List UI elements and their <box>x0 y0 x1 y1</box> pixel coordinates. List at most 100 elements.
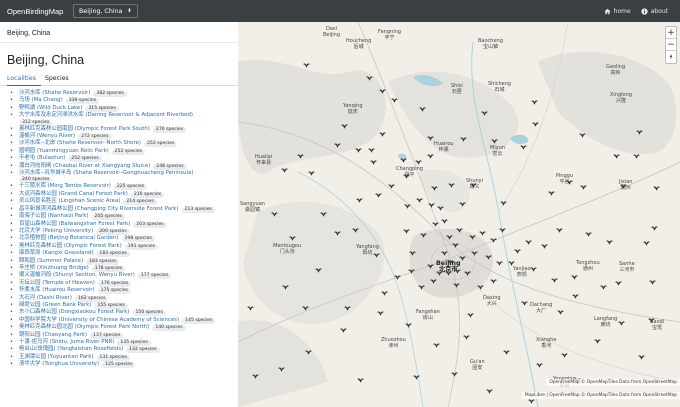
bird-marker-icon[interactable] <box>580 184 587 190</box>
bird-marker-icon[interactable] <box>464 270 471 276</box>
bird-marker-icon[interactable] <box>448 182 455 188</box>
bird-marker-icon[interactable] <box>536 362 543 368</box>
locality-link[interactable]: 东小口森林公园 (Dongxiaokou Forest Park) <box>19 309 130 316</box>
bird-marker-icon[interactable] <box>467 312 474 318</box>
bird-marker-icon[interactable] <box>305 349 312 355</box>
tab-localities[interactable]: Localities <box>7 75 41 86</box>
bird-marker-icon[interactable] <box>252 373 259 379</box>
home-link[interactable]: home <box>604 8 631 15</box>
locality-link[interactable]: 颐和园 (Summer Palace) <box>19 258 83 265</box>
bird-marker-icon[interactable] <box>459 201 466 207</box>
bird-marker-icon[interactable] <box>431 185 438 191</box>
bird-marker-icon[interactable] <box>278 366 285 372</box>
bird-marker-icon[interactable] <box>315 267 322 273</box>
locality-link[interactable]: 南海子公园 (Nanhaizi Park) <box>19 213 89 220</box>
bird-marker-icon[interactable] <box>572 293 579 299</box>
bird-marker-icon[interactable] <box>403 228 410 234</box>
locality-link[interactable]: 大宁水库及永定河滞洪水库 (Daning Reservoir & Adjacen… <box>19 112 193 119</box>
bird-marker-icon[interactable] <box>471 250 478 256</box>
bird-marker-icon[interactable] <box>405 322 412 328</box>
bird-marker-icon[interactable] <box>352 227 359 233</box>
bird-marker-icon[interactable] <box>579 132 586 138</box>
bird-marker-icon[interactable] <box>541 243 548 249</box>
bird-marker-icon[interactable] <box>508 260 515 266</box>
bird-marker-icon[interactable] <box>289 235 296 241</box>
bird-marker-icon[interactable] <box>247 305 254 311</box>
bird-marker-icon[interactable] <box>613 153 620 159</box>
bird-marker-icon[interactable] <box>334 230 341 236</box>
locality-link[interactable]: 十三陵水库 (Ming Tombs Reservoir) <box>19 183 111 190</box>
bird-marker-icon[interactable] <box>566 179 573 185</box>
compass-button[interactable] <box>666 51 676 63</box>
bird-marker-icon[interactable] <box>340 327 347 333</box>
bird-marker-icon[interactable] <box>470 182 477 188</box>
locality-link[interactable]: 清华大学 (Tsinghua University) <box>19 361 99 368</box>
bird-marker-icon[interactable] <box>373 252 380 258</box>
bird-marker-icon[interactable] <box>452 242 459 248</box>
bird-marker-icon[interactable] <box>427 153 434 159</box>
locality-link[interactable]: 马场 (Ma Chang) <box>19 97 63 104</box>
bird-marker-icon[interactable] <box>375 192 382 198</box>
bird-marker-icon[interactable] <box>302 305 309 311</box>
bird-marker-icon[interactable] <box>571 274 578 280</box>
bird-marker-icon[interactable] <box>456 227 463 233</box>
bird-marker-icon[interactable] <box>357 377 364 383</box>
bird-marker-icon[interactable] <box>477 284 484 290</box>
bird-marker-icon[interactable] <box>308 170 315 176</box>
locality-link[interactable]: 不老屯 (Bulaotun) <box>19 155 65 162</box>
tab-species[interactable]: Species <box>45 75 74 85</box>
bird-marker-icon[interactable] <box>499 227 506 233</box>
bird-marker-icon[interactable] <box>379 88 386 94</box>
bird-marker-icon[interactable] <box>585 231 592 237</box>
bird-marker-icon[interactable] <box>436 270 443 276</box>
bird-marker-icon[interactable] <box>503 349 510 355</box>
attribution-bottom[interactable]: MapLibre | OpenFreeMap © OpenMapTiles Da… <box>521 392 680 399</box>
bird-marker-icon[interactable] <box>281 167 288 173</box>
locality-link[interactable]: 奥林匹克森林公园 (Olympic Forest Park) <box>19 243 122 250</box>
bird-marker-icon[interactable] <box>638 354 645 360</box>
bird-marker-icon[interactable] <box>453 282 460 288</box>
locality-link[interactable]: 奥林匹克森林公园北园 (Olympic Forest Park North) <box>19 324 149 331</box>
bird-marker-icon[interactable] <box>297 153 304 159</box>
locality-link[interactable]: 北京植物园 (Beijing Botanical Garden) <box>19 235 119 242</box>
bird-marker-icon[interactable] <box>282 284 289 290</box>
bird-marker-icon[interactable] <box>651 225 658 231</box>
bird-marker-icon[interactable] <box>469 234 476 240</box>
bird-marker-icon[interactable] <box>648 317 655 323</box>
bird-marker-icon[interactable] <box>381 290 388 296</box>
bird-marker-icon[interactable] <box>633 153 640 159</box>
locality-link[interactable]: 康西草原 (Kangxi Grassland) <box>19 250 93 257</box>
bird-marker-icon[interactable] <box>486 388 493 394</box>
locality-link[interactable]: 沙河水库--北岸 (Shahe Reservoir--North Shore) <box>19 140 141 147</box>
bird-marker-icon[interactable] <box>344 305 351 311</box>
bird-marker-icon[interactable] <box>341 123 348 129</box>
bird-marker-icon[interactable] <box>460 136 467 142</box>
bird-marker-icon[interactable] <box>500 200 507 206</box>
bird-marker-icon[interactable] <box>432 221 439 227</box>
bird-marker-icon[interactable] <box>430 278 437 284</box>
locality-link[interactable]: 顺义温榆河段 (Shunyi Section, Wenyu River) <box>19 272 135 279</box>
locality-link[interactable]: 大石河 (Dashi River) <box>19 295 72 302</box>
bird-marker-icon[interactable] <box>561 352 568 358</box>
bird-marker-icon[interactable] <box>557 309 564 315</box>
bird-marker-icon[interactable] <box>551 277 558 283</box>
zoom-out-button[interactable]: − <box>666 39 676 51</box>
bird-marker-icon[interactable] <box>416 197 423 203</box>
bird-marker-icon[interactable] <box>400 157 407 163</box>
locality-link[interactable]: 潮白河向阳闸 (Chaobai River at Xiangyang Sluic… <box>19 163 150 170</box>
about-link[interactable]: about <box>641 8 668 15</box>
bird-marker-icon[interactable] <box>355 147 362 153</box>
bird-marker-icon[interactable] <box>394 274 401 280</box>
bird-marker-icon[interactable] <box>531 99 538 105</box>
locality-link[interactable]: 怀柔水库 (Huairou Reservoir) <box>19 287 95 294</box>
bird-marker-icon[interactable] <box>420 232 427 238</box>
bird-marker-icon[interactable] <box>418 284 425 290</box>
bird-marker-icon[interactable] <box>521 300 528 306</box>
bird-marker-icon[interactable] <box>520 144 527 150</box>
bird-marker-icon[interactable] <box>454 268 461 274</box>
bird-marker-icon[interactable] <box>649 279 656 285</box>
bird-marker-icon[interactable] <box>427 135 434 141</box>
bird-marker-icon[interactable] <box>446 234 453 240</box>
bird-marker-icon[interactable] <box>419 106 426 112</box>
bird-marker-icon[interactable] <box>556 227 563 233</box>
